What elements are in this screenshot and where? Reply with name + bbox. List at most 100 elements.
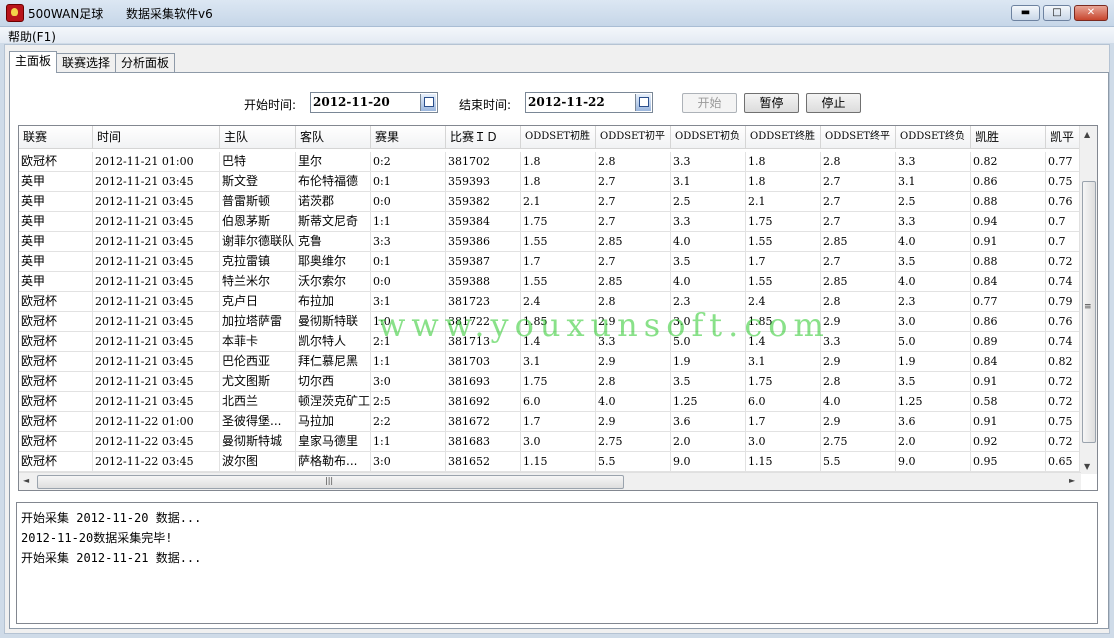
column-header[interactable]: 客队 [296,126,371,148]
table-cell: 斯蒂文尼奇 [296,212,371,232]
table-cell: 1.25 [896,392,971,412]
table-row[interactable]: 欧冠杯 2012-11-22 01:00 圣彼得堡... 马拉加 2:2 381672 1.… [19,412,1081,432]
table-cell: 2.0 [671,432,746,452]
table-cell: 3.1 [671,172,746,192]
log-output[interactable]: 开始采集 2012-11-20 数据... 2012-11-20数据采集完毕! … [16,502,1098,624]
app-logo-icon [6,4,24,22]
table-cell: 2.7 [821,212,896,232]
table-cell: 欧冠杯 [19,372,93,392]
table-cell: 欧冠杯 [19,332,93,352]
scroll-right-icon[interactable]: ► [1069,476,1075,485]
table-row[interactable]: 欧冠杯 2012-11-21 03:45 巴伦西亚 拜仁慕尼黑 1:1 381703 3.1… [19,352,1081,372]
table-cell: 0.94 [971,212,1046,232]
table-cell: 凯尔特人 [296,332,371,352]
table-row[interactable]: 欧冠杯 2012-11-21 01:00 巴特 里尔 0:2 381702 1.8 2.8 3.… [19,152,1081,172]
tab-league-select[interactable]: 联赛选择 [56,53,117,72]
table-cell: 3.5 [896,372,971,392]
table-cell: 381672 [446,412,521,432]
table-cell: 2012-11-21 03:45 [93,372,220,392]
table-cell: 0.82 [1046,352,1081,372]
table-cell: 0.75 [1046,412,1081,432]
table-row[interactable]: 英甲 2012-11-21 03:45 普雷斯顿 诺茨郡 0:0 359382 2.1 2.7… [19,192,1081,212]
table-cell: 3.3 [896,152,971,172]
table-row[interactable]: 欧冠杯 2012-11-22 03:45 波尔图 萨格勒布... 3:0 381652 1.… [19,452,1081,472]
column-header[interactable]: 比赛ＩＤ [446,126,521,148]
column-header[interactable]: ODDSET终平 [821,126,896,148]
pause-button[interactable]: 暂停 [744,93,799,113]
column-header[interactable]: 时间 [93,126,220,148]
column-header[interactable]: ODDSET初平 [596,126,671,148]
vertical-scrollbar[interactable]: ▲ ≡ ▼ [1079,126,1097,474]
column-header[interactable]: ODDSET初负 [671,126,746,148]
table-row[interactable]: 英甲 2012-11-21 03:45 谢菲尔德联队 克鲁 3:3 359386 1.55 2… [19,232,1081,252]
table-cell: 1:1 [371,212,446,232]
table-cell: 英甲 [19,252,93,272]
end-date-picker[interactable]: 2012-11-22 [525,92,653,113]
close-button[interactable]: ✕ [1074,5,1108,21]
column-header[interactable]: 赛果 [371,126,446,148]
column-header[interactable]: 凯胜 [971,126,1046,148]
column-header[interactable]: 联赛 [19,126,93,148]
table-cell: 1.25 [671,392,746,412]
scroll-left-icon[interactable]: ◄ [23,476,29,485]
title-bar: 500WAN足球 数据采集软件v6 ▬ □ ✕ [0,0,1114,27]
table-cell: 1.9 [896,352,971,372]
table-cell: 9.0 [896,452,971,472]
table-row[interactable]: 英甲 2012-11-21 03:45 克拉雷镇 耶奥维尔 0:1 359387 1.7 2.… [19,252,1081,272]
maximize-button[interactable]: □ [1043,5,1071,21]
scroll-up-icon[interactable]: ▲ [1084,130,1090,139]
table-cell: 2.9 [596,412,671,432]
table-row[interactable]: 英甲 2012-11-21 03:45 特兰米尔 沃尔索尔 0:0 359388 1.55 2… [19,272,1081,292]
horizontal-scroll-thumb[interactable]: ||| [37,475,624,489]
calendar-icon[interactable] [635,94,651,111]
table-cell: 1.75 [746,212,821,232]
table-cell: 拜仁慕尼黑 [296,352,371,372]
column-header[interactable]: 主队 [220,126,296,148]
table-cell: 1:1 [371,432,446,452]
minimize-button[interactable]: ▬ [1011,5,1040,21]
table-cell: 巴伦西亚 [220,352,296,372]
column-header[interactable]: ODDSET终负 [896,126,971,148]
table-cell: 2.7 [596,192,671,212]
table-cell: 2.8 [821,372,896,392]
table-cell: 沃尔索尔 [296,272,371,292]
table-cell: 1.8 [746,172,821,192]
table-cell: 0.91 [971,232,1046,252]
table-cell: 2012-11-21 03:45 [93,172,220,192]
table-cell: 381703 [446,352,521,372]
table-cell: 2012-11-21 03:45 [93,252,220,272]
table-row[interactable]: 欧冠杯 2012-11-21 03:45 尤文图斯 切尔西 3:0 381693 1.75 2… [19,372,1081,392]
table-cell: 2.9 [821,412,896,432]
table-cell: 3.6 [896,412,971,432]
tab-main-panel[interactable]: 主面板 [9,51,58,73]
table-cell: 2012-11-21 03:45 [93,292,220,312]
table-cell: 6.0 [746,392,821,412]
column-header[interactable]: ODDSET初胜 [521,126,596,148]
horizontal-scrollbar[interactable]: ◄ ||| ► [19,472,1081,490]
table-row[interactable]: 英甲 2012-11-21 03:45 斯文登 布伦特福德 0:1 359393 1.8 2.… [19,172,1081,192]
start-button[interactable]: 开始 [682,93,737,113]
table-cell: 2.5 [896,192,971,212]
table-cell: 2012-11-22 03:45 [93,452,220,472]
column-header[interactable]: ODDSET终胜 [746,126,821,148]
table-cell: 3:0 [371,372,446,392]
table-cell: 0.92 [971,432,1046,452]
table-cell: 359387 [446,252,521,272]
table-cell: 波尔图 [220,452,296,472]
scroll-down-icon[interactable]: ▼ [1084,462,1090,471]
tab-analysis-panel[interactable]: 分析面板 [115,53,176,72]
menu-help[interactable]: 帮助(F1) [8,28,56,45]
table-cell: 2012-11-21 01:00 [93,152,220,172]
table-cell: 0.76 [1046,192,1081,212]
grip-icon: ||| [325,476,334,485]
vertical-scroll-thumb[interactable]: ≡ [1082,181,1096,443]
table-cell: 马拉加 [296,412,371,432]
table-cell: 特兰米尔 [220,272,296,292]
start-date-picker[interactable]: 2012-11-20 [310,92,438,113]
table-row[interactable]: 欧冠杯 2012-11-22 03:45 曼彻斯特城 皇家马德里 1:1 381683 3.… [19,432,1081,452]
calendar-icon[interactable] [420,94,436,111]
stop-button[interactable]: 停止 [806,93,861,113]
table-row[interactable]: 英甲 2012-11-21 03:45 伯恩茅斯 斯蒂文尼奇 1:1 359384 1.75… [19,212,1081,232]
table-row[interactable]: 欧冠杯 2012-11-21 03:45 北西兰 顿涅茨克矿工 2:5 381692 6.0… [19,392,1081,412]
end-date-value: 2012-11-22 [528,95,605,109]
